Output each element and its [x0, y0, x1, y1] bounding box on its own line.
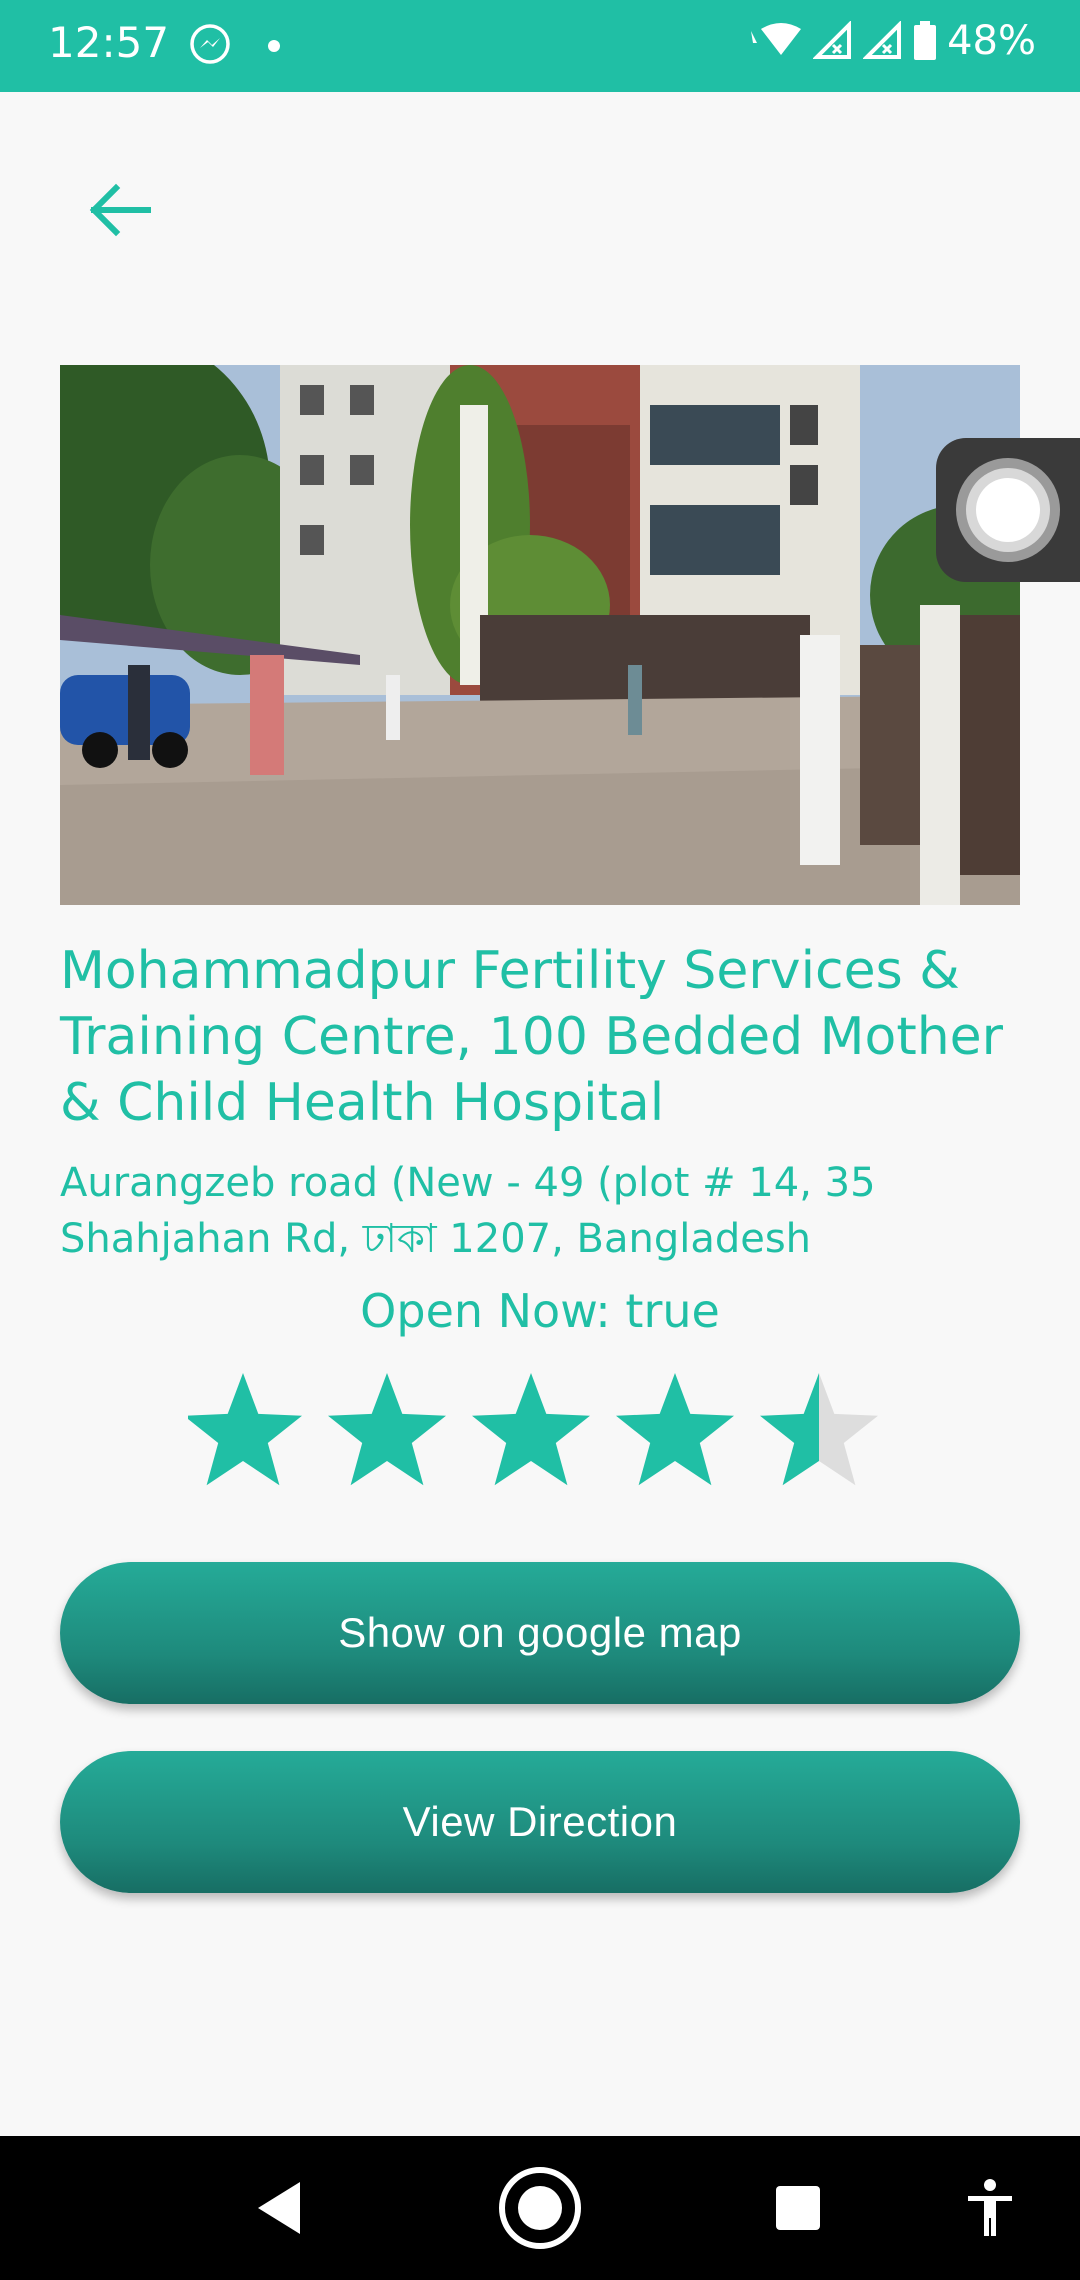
rating-stars: [188, 1373, 878, 1486]
view-direction-button[interactable]: View Direction: [60, 1751, 1020, 1893]
wifi-icon: [751, 23, 802, 55]
status-icons: 48%: [747, 18, 1036, 64]
open-now-value: true: [625, 1284, 720, 1338]
hospital-photo-illustration: [60, 365, 1020, 905]
signal-icon: [813, 21, 852, 59]
star-icon: [328, 1373, 446, 1486]
status-bar: 12:57 48%: [0, 0, 1080, 92]
signal-icon: [863, 21, 902, 59]
star-icon: [472, 1373, 590, 1486]
back-arrow-icon[interactable]: [80, 170, 160, 250]
home-circle-icon[interactable]: [498, 2166, 582, 2250]
hospital-name: Mohammadpur Fertility Services & Trainin…: [60, 941, 1004, 1133]
accessibility-icon[interactable]: [966, 2178, 1014, 2238]
recents-square-icon[interactable]: [776, 2186, 820, 2230]
star-icon: [188, 1373, 302, 1486]
open-now-label: Open Now:: [360, 1284, 626, 1338]
hospital-photo: [60, 365, 1020, 905]
assistive-touch-button[interactable]: [936, 438, 1080, 582]
battery-percent: 48%: [947, 18, 1036, 64]
show-on-map-button[interactable]: Show on google map: [60, 1562, 1020, 1704]
hospital-address: Aurangzeb road (New - 49 (plot # 14, 35 …: [60, 1160, 876, 1262]
battery-icon: [914, 21, 937, 60]
star-icon: [616, 1373, 734, 1486]
dot-icon: [268, 40, 280, 52]
navigation-bar: [0, 2136, 1080, 2280]
open-now-status: Open Now: true: [0, 1284, 1080, 1338]
back-triangle-icon[interactable]: [256, 2180, 302, 2236]
status-time: 12:57: [48, 18, 170, 67]
messenger-icon: [190, 24, 230, 64]
star-icon: [760, 1373, 878, 1486]
